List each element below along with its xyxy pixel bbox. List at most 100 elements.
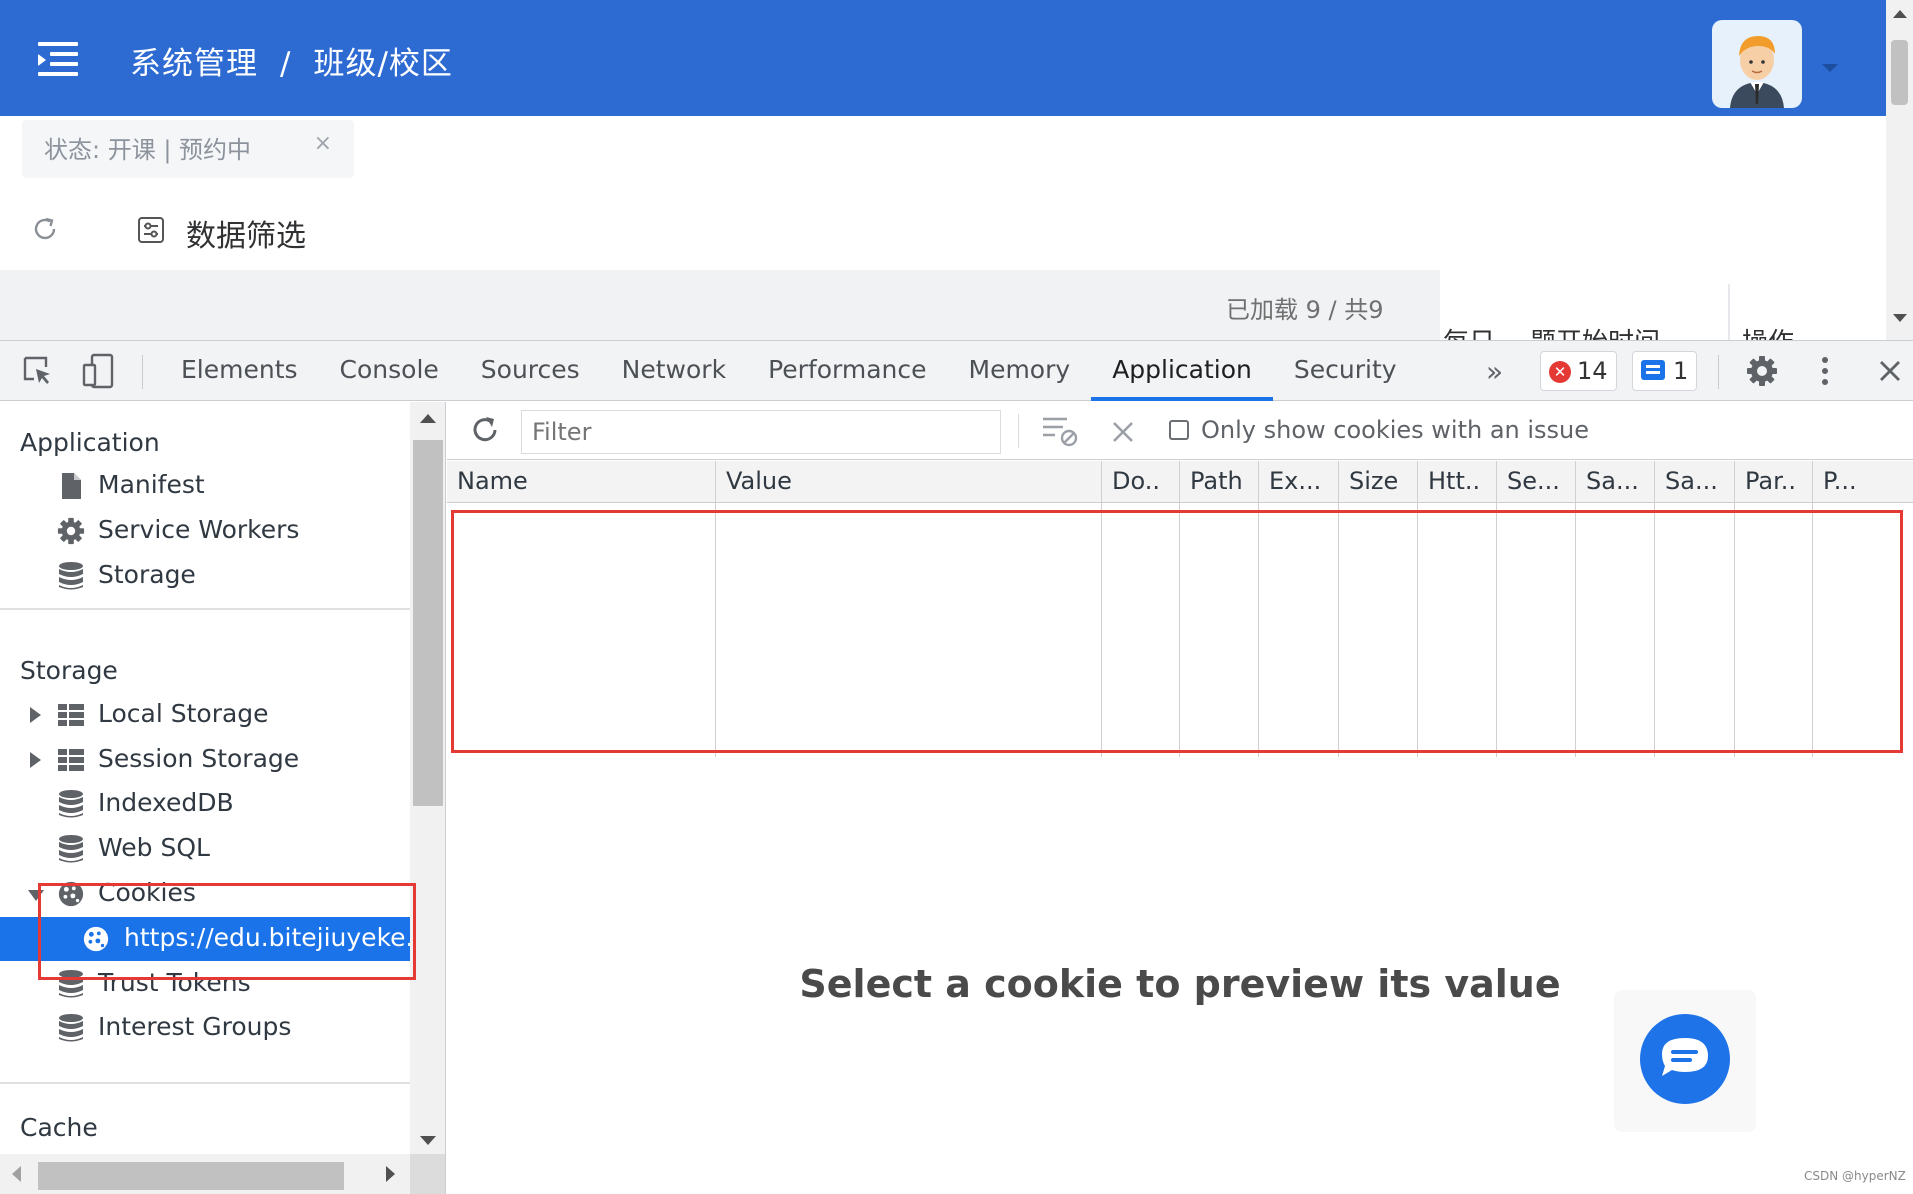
table-header: Name Value Do.. Path Ex... Size Htt.. Se…	[447, 461, 1913, 503]
chat-bubble-icon[interactable]	[1640, 1014, 1730, 1104]
sidebar-section-cache: Cache	[20, 1113, 98, 1142]
sidebar-divider	[0, 608, 410, 610]
tab-sources[interactable]: Sources	[460, 341, 601, 401]
table-column-header: 题开始时间	[1530, 322, 1660, 340]
checkbox-label: Only show cookies with an issue	[1201, 416, 1590, 444]
devtools-tabs: Elements Console Sources Network Perform…	[160, 341, 1418, 401]
sidebar-item-service-workers[interactable]: Service Workers	[0, 509, 410, 553]
toolbar-divider	[1718, 355, 1719, 389]
sidebar-scrollbar[interactable]	[410, 402, 445, 1154]
checkbox[interactable]	[1169, 420, 1189, 440]
column-divider	[1728, 284, 1730, 340]
refresh-icon[interactable]	[469, 414, 501, 446]
error-count: 14	[1577, 357, 1608, 385]
sidebar-item-local-storage[interactable]: Local Storage	[0, 693, 410, 737]
tab-console[interactable]: Console	[319, 341, 460, 401]
column-header-value[interactable]: Value	[716, 461, 1101, 503]
column-header-priority[interactable]: P...	[1813, 461, 1913, 503]
scroll-left-icon[interactable]	[12, 1166, 21, 1182]
column-header-path[interactable]: Path	[1180, 461, 1258, 503]
clear-all-icon[interactable]	[1111, 420, 1135, 444]
tab-elements[interactable]: Elements	[160, 341, 319, 401]
column-header-domain[interactable]: Do..	[1102, 461, 1179, 503]
sidebar-item-label: Interest Groups	[98, 1012, 292, 1041]
tab-network[interactable]: Network	[601, 341, 747, 401]
tab-application[interactable]: Application	[1091, 341, 1273, 401]
column-header-httponly[interactable]: Htt..	[1418, 461, 1496, 503]
more-tabs-icon[interactable]: »	[1486, 355, 1503, 388]
sidebar-divider	[0, 1082, 410, 1084]
sidebar-item-label: Manifest	[98, 470, 205, 499]
scroll-down-icon[interactable]	[420, 1136, 436, 1145]
tab-performance[interactable]: Performance	[747, 341, 947, 401]
webpage-viewport: 系统管理 / 班级/校区 状态: 开课 | 预约中 × 数据筛选 已加载 9 /…	[0, 0, 1913, 340]
grid-icon	[58, 704, 84, 726]
scroll-right-icon[interactable]	[386, 1166, 395, 1182]
scroll-down-icon[interactable]	[1893, 314, 1907, 322]
chat-widget[interactable]	[1614, 990, 1756, 1132]
document-icon	[62, 473, 81, 499]
sidebar-item-label: IndexedDB	[98, 788, 234, 817]
message-count: 1	[1673, 357, 1689, 385]
inspect-element-icon[interactable]	[22, 355, 54, 387]
scrollbar-thumb[interactable]	[38, 1162, 344, 1190]
device-toolbar-icon[interactable]	[82, 353, 116, 389]
database-icon	[59, 562, 83, 590]
sidebar-horizontal-scrollbar[interactable]	[0, 1154, 410, 1194]
column-header-samesite[interactable]: Sa...	[1576, 461, 1654, 503]
sidebar-item-label: Storage	[98, 560, 196, 589]
database-icon	[59, 790, 83, 818]
refresh-icon[interactable]	[30, 214, 60, 244]
chevron-down-icon[interactable]	[1822, 64, 1838, 72]
application-sidebar: Application Manifest Service Workers Sto…	[0, 402, 446, 1194]
close-icon[interactable]: ×	[314, 131, 332, 156]
scrollbar-thumb[interactable]	[413, 440, 443, 806]
sidebar-item-label: Web SQL	[98, 833, 210, 862]
clear-filtered-icon[interactable]	[1041, 414, 1081, 448]
sidebar-item-label: Local Storage	[98, 699, 269, 728]
only-issues-checkbox[interactable]: Only show cookies with an issue	[1169, 416, 1589, 444]
column-header-expires[interactable]: Ex...	[1259, 461, 1338, 503]
table-column-header: 每日	[1443, 322, 1495, 340]
sidebar-item-indexeddb[interactable]: IndexedDB	[0, 782, 410, 826]
sidebar-item-storage-overview[interactable]: Storage	[0, 554, 410, 598]
cookie-filter-input[interactable]	[521, 410, 1001, 454]
column-header-partition-key[interactable]: Par..	[1735, 461, 1812, 503]
menu-toggle-icon[interactable]	[38, 42, 78, 76]
close-devtools-icon[interactable]	[1878, 359, 1902, 383]
sidebar-item-interest-groups[interactable]: Interest Groups	[0, 1006, 410, 1050]
breadcrumb-item[interactable]: 系统管理	[130, 46, 258, 82]
gear-icon[interactable]	[1746, 355, 1778, 387]
tab-memory[interactable]: Memory	[948, 341, 1092, 401]
sidebar-item-web-sql[interactable]: Web SQL	[0, 827, 410, 871]
scrollbar-thumb[interactable]	[1891, 40, 1908, 105]
sidebar-item-manifest[interactable]: Manifest	[0, 464, 410, 508]
error-count-badge[interactable]: ✕ 14	[1540, 351, 1617, 391]
sidebar-item-label: Service Workers	[98, 515, 300, 544]
page-scrollbar[interactable]	[1886, 0, 1913, 340]
grid-icon	[58, 749, 84, 771]
loaded-count: 已加载 9 / 共9	[1226, 296, 1384, 324]
breadcrumb-separator: /	[280, 46, 292, 82]
column-header-name[interactable]: Name	[447, 461, 715, 503]
message-count-badge[interactable]: 1	[1632, 351, 1698, 391]
tab-security[interactable]: Security	[1273, 341, 1418, 401]
column-header-secure[interactable]: Se...	[1497, 461, 1575, 503]
sidebar-item-session-storage[interactable]: Session Storage	[0, 738, 410, 782]
error-icon: ✕	[1549, 361, 1571, 383]
column-header-sameparty[interactable]: Sa...	[1655, 461, 1734, 503]
expand-arrow-icon[interactable]	[30, 707, 41, 723]
sidebar-section-storage: Storage	[20, 656, 118, 685]
avatar[interactable]	[1712, 20, 1802, 108]
data-filter-button[interactable]: 数据筛选	[186, 211, 306, 255]
database-icon	[59, 835, 83, 863]
toolbar-divider	[1018, 414, 1019, 448]
column-header-size[interactable]: Size	[1339, 461, 1417, 503]
more-options-icon[interactable]	[1820, 355, 1830, 387]
scroll-up-icon[interactable]	[420, 414, 436, 423]
watermark: CSDN @hyperNZ	[1804, 1169, 1906, 1183]
filter-tag-label: 状态: 开课 | 预约中	[44, 136, 252, 164]
scroll-up-icon[interactable]	[1893, 10, 1907, 18]
cookies-toolbar: Only show cookies with an issue	[447, 402, 1913, 460]
expand-arrow-icon[interactable]	[30, 752, 41, 768]
